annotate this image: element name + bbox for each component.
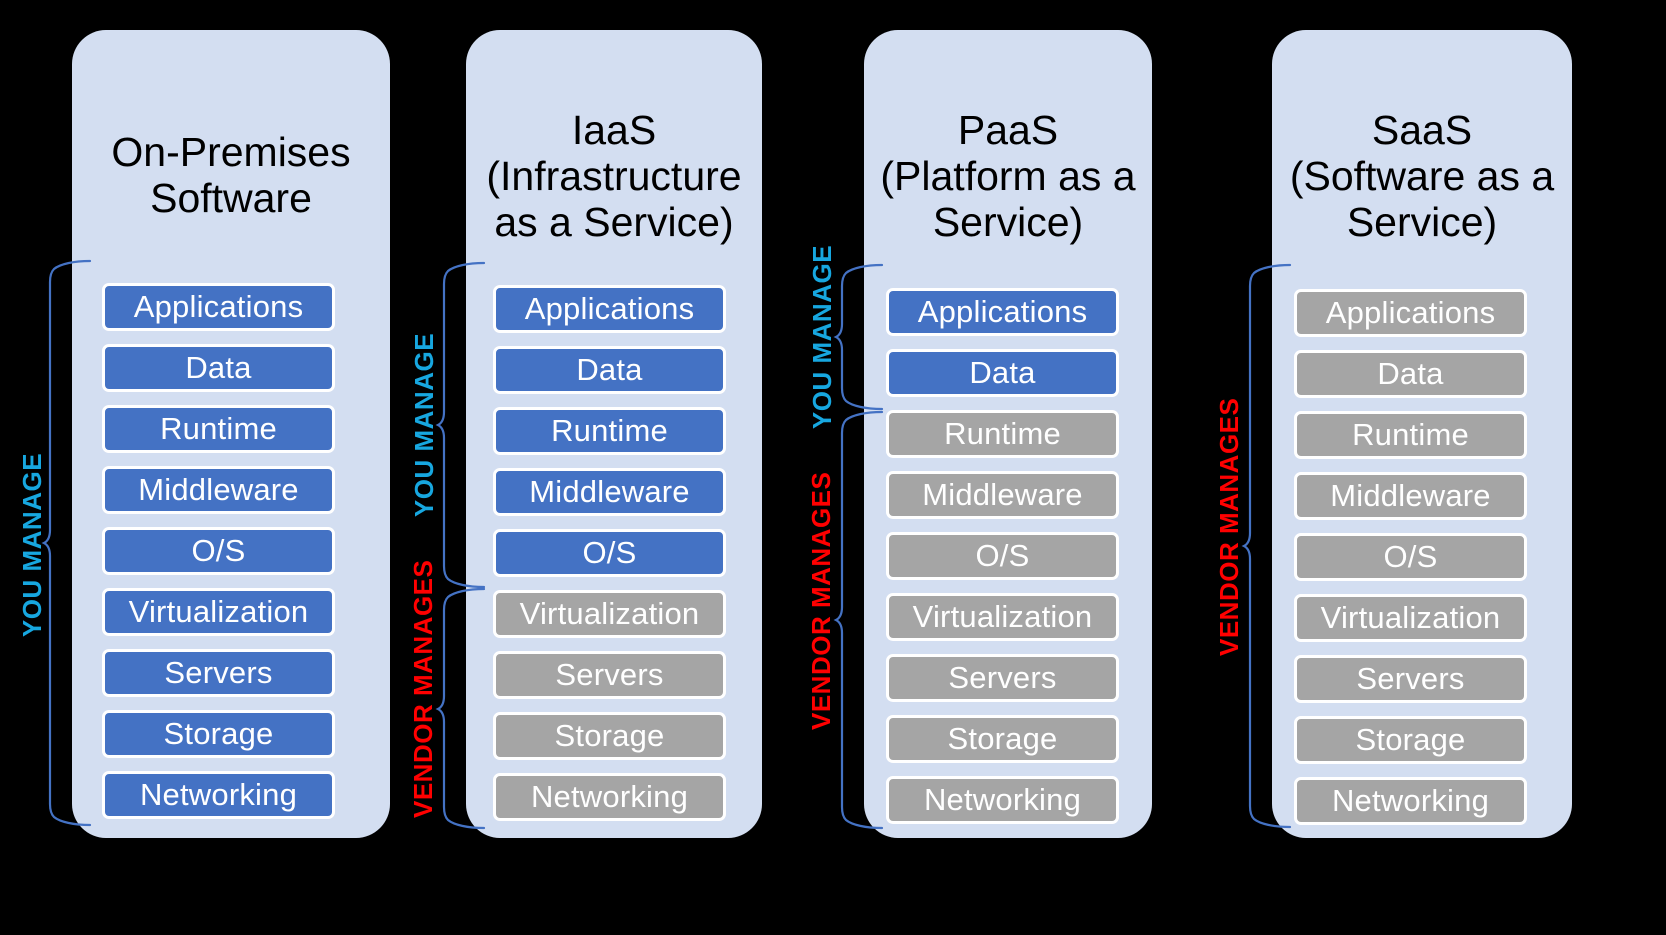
vlabel-iaas-you-manage: YOU MANAGE	[409, 332, 439, 518]
layer-card-os-paas[interactable]: O/S	[886, 532, 1119, 580]
layer-card-networking-saas[interactable]: Networking	[1294, 777, 1527, 825]
layer-card-data-on-premises[interactable]: Data	[102, 344, 335, 392]
vlabel-iaas-vendor-manages: VENDOR MANAGES	[408, 559, 438, 818]
vlabel-on-premises-you-manage: YOU MANAGE	[17, 452, 47, 638]
panel-title-saas: SaaS (Software as a Service)	[1289, 107, 1555, 245]
layer-card-storage-saas[interactable]: Storage	[1294, 716, 1527, 764]
vlabel-paas-you-manage: YOU MANAGE	[807, 244, 837, 430]
layer-card-os-on-premises[interactable]: O/S	[102, 527, 335, 575]
layer-card-networking-paas[interactable]: Networking	[886, 776, 1119, 824]
layer-card-storage-on-premises[interactable]: Storage	[102, 710, 335, 758]
layer-card-servers-iaas[interactable]: Servers	[493, 651, 726, 699]
layer-card-middleware-paas[interactable]: Middleware	[886, 471, 1119, 519]
layer-card-storage-iaas[interactable]: Storage	[493, 712, 726, 760]
layer-card-servers-saas[interactable]: Servers	[1294, 655, 1527, 703]
vlabel-paas-vendor-manages: VENDOR MANAGES	[806, 471, 836, 730]
layer-card-os-saas[interactable]: O/S	[1294, 533, 1527, 581]
layer-card-applications-paas[interactable]: Applications	[886, 288, 1119, 336]
layer-card-storage-paas[interactable]: Storage	[886, 715, 1119, 763]
layer-card-data-saas[interactable]: Data	[1294, 350, 1527, 398]
layer-card-runtime-iaas[interactable]: Runtime	[493, 407, 726, 455]
layer-card-networking-iaas[interactable]: Networking	[493, 773, 726, 821]
layer-card-runtime-saas[interactable]: Runtime	[1294, 411, 1527, 459]
layer-card-virtualization-paas[interactable]: Virtualization	[886, 593, 1119, 641]
layer-card-runtime-paas[interactable]: Runtime	[886, 410, 1119, 458]
panel-title-iaas: IaaS (Infrastructure as a Service)	[486, 107, 742, 245]
layer-card-data-iaas[interactable]: Data	[493, 346, 726, 394]
vlabel-saas-vendor-manages: VENDOR MANAGES	[1214, 397, 1244, 656]
layer-card-middleware-saas[interactable]: Middleware	[1294, 472, 1527, 520]
layer-card-networking-on-premises[interactable]: Networking	[102, 771, 335, 819]
panel-title-on-premises: On-Premises Software	[111, 129, 351, 221]
layer-card-runtime-on-premises[interactable]: Runtime	[102, 405, 335, 453]
layer-card-virtualization-on-premises[interactable]: Virtualization	[102, 588, 335, 636]
layer-card-middleware-iaas[interactable]: Middleware	[493, 468, 726, 516]
layer-card-data-paas[interactable]: Data	[886, 349, 1119, 397]
layer-card-applications-iaas[interactable]: Applications	[493, 285, 726, 333]
layer-card-middleware-on-premises[interactable]: Middleware	[102, 466, 335, 514]
layer-card-applications-on-premises[interactable]: Applications	[102, 283, 335, 331]
layer-card-virtualization-iaas[interactable]: Virtualization	[493, 590, 726, 638]
layer-card-servers-paas[interactable]: Servers	[886, 654, 1119, 702]
layer-card-applications-saas[interactable]: Applications	[1294, 289, 1527, 337]
layer-card-virtualization-saas[interactable]: Virtualization	[1294, 594, 1527, 642]
layer-card-servers-on-premises[interactable]: Servers	[102, 649, 335, 697]
panel-title-paas: PaaS (Platform as a Service)	[880, 107, 1136, 245]
layer-card-os-iaas[interactable]: O/S	[493, 529, 726, 577]
